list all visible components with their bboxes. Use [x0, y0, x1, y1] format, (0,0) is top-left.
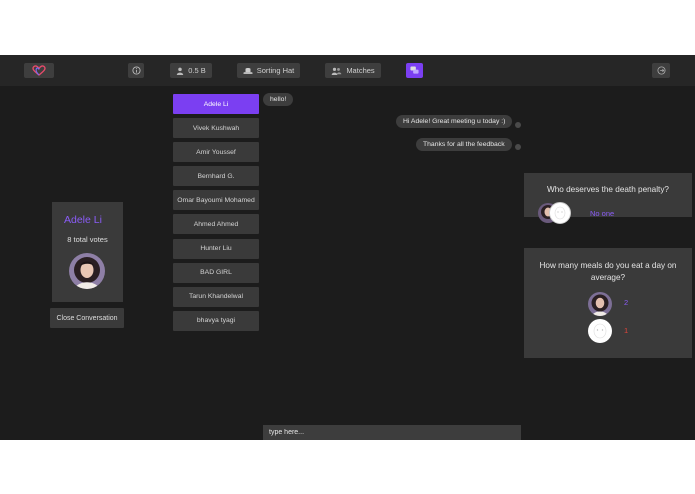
contact-item-bernhard-g[interactable]: Bernhard G.	[173, 166, 259, 187]
hat-icon	[243, 67, 253, 74]
sent-message: Thanks for all the feedback	[416, 138, 512, 151]
logout-icon	[656, 66, 666, 75]
contact-item-omar-bayoumi-mohamed[interactable]: Omar Bayoumi Mohamed	[173, 190, 259, 211]
question-title: Who deserves the death penalty?	[547, 185, 669, 194]
contact-item-tarun-khandelwal[interactable]: Tarun Khandelwal	[173, 286, 259, 307]
top-navigation-bar: 0.5 B Sorting Hat Matches	[0, 55, 695, 86]
matches-label: Matches	[346, 66, 375, 75]
info-button[interactable]	[128, 63, 144, 78]
logout-button[interactable]	[652, 63, 670, 78]
contact-item-hunter-liu[interactable]: Hunter Liu	[173, 238, 259, 259]
heart-logo-icon	[32, 65, 46, 76]
read-receipt-icon	[515, 122, 521, 128]
received-message: hello!	[263, 93, 294, 106]
chat-bubbles-icon	[410, 66, 419, 74]
profile-card: Adele Li 8 total votes	[52, 202, 123, 302]
balance-label: 0.5 B	[188, 66, 206, 75]
contact-item-bad-girl[interactable]: BAD GIRL	[173, 262, 259, 283]
read-receipt-icon	[515, 144, 521, 150]
contact-item-bhavya-tyagi[interactable]: bhavya tyagi	[173, 310, 259, 331]
close-conversation-button[interactable]: Close Conversation	[50, 308, 124, 328]
app-window: 0.5 B Sorting Hat Matches Adele Li 8 tot…	[0, 55, 695, 440]
avatar	[588, 292, 612, 316]
contact-item-ahmed-ahmed[interactable]: Ahmed Ahmed	[173, 214, 259, 235]
user-icon	[177, 67, 184, 75]
contact-item-vivek-kushwah[interactable]: Vivek Kushwah	[173, 118, 259, 139]
chat-button[interactable]	[406, 63, 423, 78]
info-icon	[131, 66, 141, 75]
answer-count: 1	[624, 326, 629, 335]
question-answer: No one	[590, 209, 615, 218]
question-title: How many meals do you eat a day on avera…	[539, 261, 677, 282]
users-icon	[332, 67, 342, 75]
home-logo-button[interactable]	[24, 63, 54, 78]
contact-list: Adele Li Vivek Kushwah Amir Youssef Bern…	[173, 94, 261, 335]
profile-vote-count: 8 total votes	[67, 235, 108, 244]
avatar	[69, 253, 105, 289]
answer-count: 2	[624, 298, 629, 307]
profile-name: Adele Li	[64, 214, 102, 226]
message-input[interactable]	[263, 425, 521, 440]
sent-message: Hi Adele! Great meeting u today :)	[396, 115, 513, 128]
question-card: Who deserves the death penalty? No one	[524, 173, 692, 224]
contact-item-amir-youssef[interactable]: Amir Youssef	[173, 142, 259, 163]
contact-item-adele-li[interactable]: Adele Li	[173, 94, 259, 114]
sorting-hat-button[interactable]: Sorting Hat	[237, 63, 300, 78]
sorting-hat-label: Sorting Hat	[256, 66, 295, 75]
avatar	[588, 319, 612, 343]
balance-button[interactable]: 0.5 B	[170, 63, 212, 78]
avatar	[549, 202, 571, 224]
matches-button[interactable]: Matches	[325, 63, 381, 78]
question-card: How many meals do you eat a day on avera…	[524, 248, 692, 358]
